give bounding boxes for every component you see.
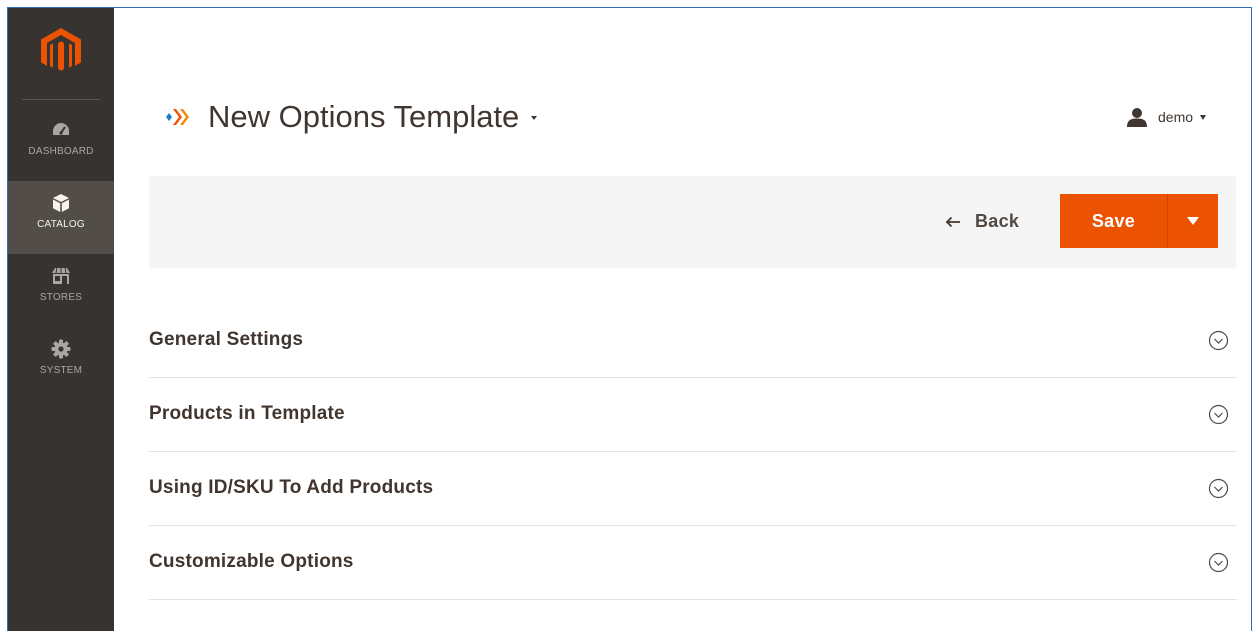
caret-down-icon (1187, 217, 1199, 225)
save-button[interactable]: Save (1060, 194, 1167, 248)
section-title: Customizable Options (149, 551, 354, 572)
mageworx-logo-icon (166, 106, 192, 128)
nav-item-dashboard[interactable]: DASHBOARD (8, 108, 114, 181)
catalog-box-icon (51, 193, 71, 213)
user-name: demo (1158, 109, 1194, 125)
section-title: Products in Template (149, 403, 345, 424)
section-title: Using ID/SKU To Add Products (149, 477, 434, 498)
nav-item-stores[interactable]: STORES (8, 254, 114, 327)
nav-item-system[interactable]: SYSTEM (8, 327, 114, 400)
magento-logo[interactable] (41, 28, 81, 74)
admin-sidebar: DASHBOARD CATALOG STORES SYSTEM (8, 8, 114, 631)
page-actions-bar: Back Save (149, 176, 1236, 268)
nav-item-label: DASHBOARD (28, 146, 94, 157)
chevron-down-circle-icon[interactable] (1208, 478, 1229, 499)
form-sections: General Settings Products in Template Us… (149, 304, 1237, 600)
section-products-in-template[interactable]: Products in Template (149, 378, 1237, 452)
save-split-button: Save (1060, 194, 1218, 248)
back-button[interactable]: Back (945, 204, 1019, 238)
page-title: New Options Template (208, 99, 520, 134)
chevron-down-circle-icon[interactable] (1208, 330, 1229, 351)
section-using-id-sku[interactable]: Using ID/SKU To Add Products (149, 452, 1237, 526)
nav-item-catalog[interactable]: CATALOG (8, 181, 114, 254)
admin-window: DASHBOARD CATALOG STORES SYSTEM New Opti… (7, 7, 1252, 631)
back-label: Back (975, 210, 1020, 231)
nav-item-label: STORES (39, 292, 83, 303)
dashboard-gauge-icon (51, 120, 71, 140)
chevron-down-circle-icon[interactable] (1208, 404, 1229, 425)
nav-item-label: SYSTEM (39, 365, 83, 376)
user-icon (1126, 107, 1148, 127)
stores-shop-icon (51, 266, 71, 286)
chevron-down-icon (1200, 114, 1207, 120)
arrow-left-icon (945, 215, 961, 228)
system-gear-icon (51, 339, 71, 359)
section-title: General Settings (149, 329, 304, 350)
section-general-settings[interactable]: General Settings (149, 304, 1237, 378)
user-account-menu[interactable]: demo (1126, 106, 1207, 128)
logo-divider (22, 99, 100, 100)
section-customizable-options[interactable]: Customizable Options (149, 526, 1237, 600)
chevron-down-circle-icon[interactable] (1208, 552, 1229, 573)
save-options-toggle[interactable] (1168, 194, 1218, 248)
nav-item-label: CATALOG (37, 219, 85, 230)
title-dropdown-caret[interactable] (531, 116, 538, 120)
page-header: New Options Template (166, 97, 538, 137)
